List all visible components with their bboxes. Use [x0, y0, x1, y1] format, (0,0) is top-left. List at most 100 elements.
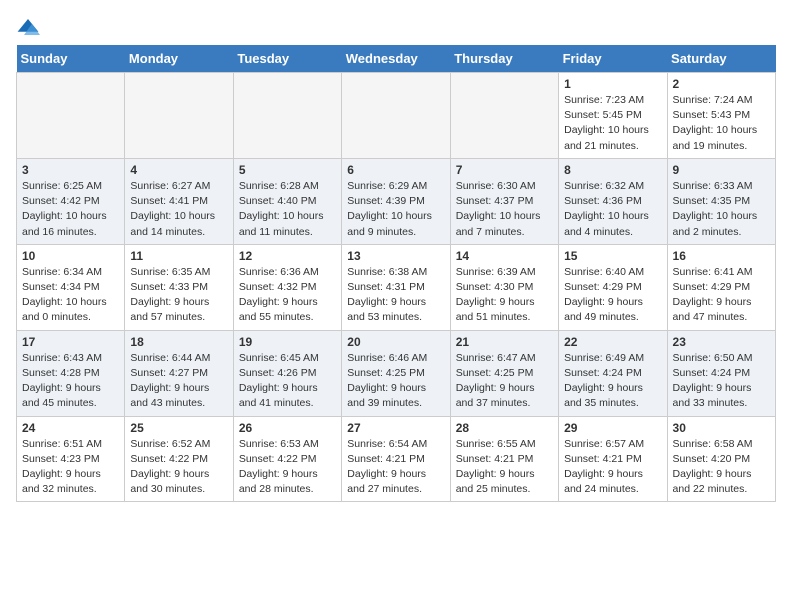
- day-info: Sunrise: 6:27 AM Sunset: 4:41 PM Dayligh…: [130, 179, 227, 240]
- header: [16, 16, 776, 37]
- day-number: 10: [22, 249, 119, 263]
- day-number: 14: [456, 249, 553, 263]
- week-row-2: 3 Sunrise: 6:25 AM Sunset: 4:42 PM Daylig…: [17, 158, 776, 244]
- calendar-cell: [125, 73, 233, 159]
- day-info: Sunrise: 6:58 AM Sunset: 4:20 PM Dayligh…: [673, 437, 770, 498]
- calendar-cell: 22 Sunrise: 6:49 AM Sunset: 4:24 PM Dayli…: [559, 330, 667, 416]
- calendar-cell: 4 Sunrise: 6:27 AM Sunset: 4:41 PM Daylig…: [125, 158, 233, 244]
- day-number: 28: [456, 421, 553, 435]
- day-number: 20: [347, 335, 444, 349]
- day-number: 26: [239, 421, 336, 435]
- day-number: 23: [673, 335, 770, 349]
- day-info: Sunrise: 6:35 AM Sunset: 4:33 PM Dayligh…: [130, 265, 227, 326]
- calendar-cell: 9 Sunrise: 6:33 AM Sunset: 4:35 PM Daylig…: [667, 158, 775, 244]
- calendar-cell: 15 Sunrise: 6:40 AM Sunset: 4:29 PM Dayli…: [559, 244, 667, 330]
- day-info: Sunrise: 7:24 AM Sunset: 5:43 PM Dayligh…: [673, 93, 770, 154]
- day-info: Sunrise: 6:45 AM Sunset: 4:26 PM Dayligh…: [239, 351, 336, 412]
- day-header-monday: Monday: [125, 45, 233, 73]
- day-number: 8: [564, 163, 661, 177]
- day-info: Sunrise: 6:36 AM Sunset: 4:32 PM Dayligh…: [239, 265, 336, 326]
- calendar-cell: 10 Sunrise: 6:34 AM Sunset: 4:34 PM Dayli…: [17, 244, 125, 330]
- calendar-cell: 11Sunrise: 6:35 AM Sunset: 4:33 PM Dayli…: [125, 244, 233, 330]
- calendar-cell: 12 Sunrise: 6:36 AM Sunset: 4:32 PM Dayli…: [233, 244, 341, 330]
- calendar-cell: 30 Sunrise: 6:58 AM Sunset: 4:20 PM Dayli…: [667, 416, 775, 502]
- day-number: 6: [347, 163, 444, 177]
- day-info: Sunrise: 6:40 AM Sunset: 4:29 PM Dayligh…: [564, 265, 661, 326]
- day-header-tuesday: Tuesday: [233, 45, 341, 73]
- day-number: 19: [239, 335, 336, 349]
- day-info: Sunrise: 6:30 AM Sunset: 4:37 PM Dayligh…: [456, 179, 553, 240]
- calendar-cell: 1 Sunrise: 7:23 AM Sunset: 5:45 PM Daylig…: [559, 73, 667, 159]
- day-header-sunday: Sunday: [17, 45, 125, 73]
- day-info: Sunrise: 6:43 AM Sunset: 4:28 PM Dayligh…: [22, 351, 119, 412]
- day-number: 16: [673, 249, 770, 263]
- calendar-cell: 2 Sunrise: 7:24 AM Sunset: 5:43 PM Daylig…: [667, 73, 775, 159]
- day-info: Sunrise: 6:33 AM Sunset: 4:35 PM Dayligh…: [673, 179, 770, 240]
- week-row-5: 24 Sunrise: 6:51 AM Sunset: 4:23 PM Dayli…: [17, 416, 776, 502]
- day-number: 13: [347, 249, 444, 263]
- day-number: 21: [456, 335, 553, 349]
- week-row-3: 10 Sunrise: 6:34 AM Sunset: 4:34 PM Dayli…: [17, 244, 776, 330]
- day-number: 24: [22, 421, 119, 435]
- day-number: 7: [456, 163, 553, 177]
- calendar-cell: 6 Sunrise: 6:29 AM Sunset: 4:39 PM Daylig…: [342, 158, 450, 244]
- logo: [16, 16, 44, 37]
- day-info: Sunrise: 6:46 AM Sunset: 4:25 PM Dayligh…: [347, 351, 444, 412]
- day-info: Sunrise: 6:51 AM Sunset: 4:23 PM Dayligh…: [22, 437, 119, 498]
- day-header-wednesday: Wednesday: [342, 45, 450, 73]
- calendar-cell: 8 Sunrise: 6:32 AM Sunset: 4:36 PM Daylig…: [559, 158, 667, 244]
- calendar-table: SundayMondayTuesdayWednesdayThursdayFrid…: [16, 45, 776, 502]
- day-info: Sunrise: 6:53 AM Sunset: 4:22 PM Dayligh…: [239, 437, 336, 498]
- day-number: 25: [130, 421, 227, 435]
- calendar-cell: 13 Sunrise: 6:38 AM Sunset: 4:31 PM Dayli…: [342, 244, 450, 330]
- calendar-cell: 26 Sunrise: 6:53 AM Sunset: 4:22 PM Dayli…: [233, 416, 341, 502]
- day-number: 30: [673, 421, 770, 435]
- day-number: 29: [564, 421, 661, 435]
- day-info: Sunrise: 6:41 AM Sunset: 4:29 PM Dayligh…: [673, 265, 770, 326]
- calendar-cell: 5 Sunrise: 6:28 AM Sunset: 4:40 PM Daylig…: [233, 158, 341, 244]
- day-info: Sunrise: 7:23 AM Sunset: 5:45 PM Dayligh…: [564, 93, 661, 154]
- day-info: Sunrise: 6:47 AM Sunset: 4:25 PM Dayligh…: [456, 351, 553, 412]
- day-number: 12: [239, 249, 336, 263]
- day-info: Sunrise: 6:28 AM Sunset: 4:40 PM Dayligh…: [239, 179, 336, 240]
- calendar-cell: 23Sunrise: 6:50 AM Sunset: 4:24 PM Dayli…: [667, 330, 775, 416]
- day-number: 3: [22, 163, 119, 177]
- logo-icon: [16, 17, 40, 37]
- calendar-cell: 18Sunrise: 6:44 AM Sunset: 4:27 PM Dayli…: [125, 330, 233, 416]
- calendar-cell: 27 Sunrise: 6:54 AM Sunset: 4:21 PM Dayli…: [342, 416, 450, 502]
- calendar-cell: 3 Sunrise: 6:25 AM Sunset: 4:42 PM Daylig…: [17, 158, 125, 244]
- day-info: Sunrise: 6:54 AM Sunset: 4:21 PM Dayligh…: [347, 437, 444, 498]
- calendar-cell: 20 Sunrise: 6:46 AM Sunset: 4:25 PM Dayli…: [342, 330, 450, 416]
- calendar-cell: [233, 73, 341, 159]
- day-header-thursday: Thursday: [450, 45, 558, 73]
- day-info: Sunrise: 6:38 AM Sunset: 4:31 PM Dayligh…: [347, 265, 444, 326]
- day-info: Sunrise: 6:52 AM Sunset: 4:22 PM Dayligh…: [130, 437, 227, 498]
- day-info: Sunrise: 6:25 AM Sunset: 4:42 PM Dayligh…: [22, 179, 119, 240]
- day-number: 27: [347, 421, 444, 435]
- calendar-cell: 19 Sunrise: 6:45 AM Sunset: 4:26 PM Dayli…: [233, 330, 341, 416]
- day-info: Sunrise: 6:39 AM Sunset: 4:30 PM Dayligh…: [456, 265, 553, 326]
- calendar-cell: 25 Sunrise: 6:52 AM Sunset: 4:22 PM Dayli…: [125, 416, 233, 502]
- day-info: Sunrise: 6:44 AM Sunset: 4:27 PM Dayligh…: [130, 351, 227, 412]
- calendar-cell: 16 Sunrise: 6:41 AM Sunset: 4:29 PM Dayli…: [667, 244, 775, 330]
- day-info: Sunrise: 6:57 AM Sunset: 4:21 PM Dayligh…: [564, 437, 661, 498]
- day-number: 15: [564, 249, 661, 263]
- day-number: 5: [239, 163, 336, 177]
- day-info: Sunrise: 6:29 AM Sunset: 4:39 PM Dayligh…: [347, 179, 444, 240]
- calendar-cell: 14 Sunrise: 6:39 AM Sunset: 4:30 PM Dayli…: [450, 244, 558, 330]
- day-number: 2: [673, 77, 770, 91]
- day-info: Sunrise: 6:32 AM Sunset: 4:36 PM Dayligh…: [564, 179, 661, 240]
- calendar-cell: 28Sunrise: 6:55 AM Sunset: 4:21 PM Dayli…: [450, 416, 558, 502]
- calendar-cell: [342, 73, 450, 159]
- day-info: Sunrise: 6:49 AM Sunset: 4:24 PM Dayligh…: [564, 351, 661, 412]
- day-number: 4: [130, 163, 227, 177]
- day-number: 22: [564, 335, 661, 349]
- calendar-cell: [450, 73, 558, 159]
- day-info: Sunrise: 6:34 AM Sunset: 4:34 PM Dayligh…: [22, 265, 119, 326]
- day-number: 9: [673, 163, 770, 177]
- day-number: 1: [564, 77, 661, 91]
- day-header-saturday: Saturday: [667, 45, 775, 73]
- week-row-4: 17Sunrise: 6:43 AM Sunset: 4:28 PM Dayli…: [17, 330, 776, 416]
- calendar-cell: 29 Sunrise: 6:57 AM Sunset: 4:21 PM Dayli…: [559, 416, 667, 502]
- week-row-1: 1 Sunrise: 7:23 AM Sunset: 5:45 PM Daylig…: [17, 73, 776, 159]
